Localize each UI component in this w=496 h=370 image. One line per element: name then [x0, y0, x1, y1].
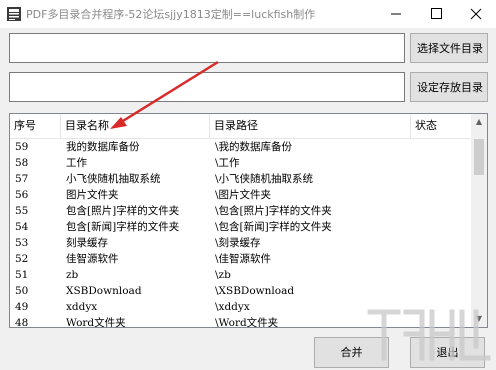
- vertical-scrollbar[interactable]: ▲ ▼: [471, 114, 487, 327]
- row-no: 55: [15, 205, 29, 217]
- row-name: 图片文件夹: [66, 189, 119, 201]
- table-row[interactable]: 50 XSBDownload \XSBDownload: [10, 283, 470, 299]
- row-name: 包含[新闻]字样的文件夹: [66, 221, 180, 233]
- table-row[interactable]: 52 佳智源软件 \佳智源软件: [10, 251, 470, 267]
- merge-button[interactable]: 合并: [314, 337, 389, 368]
- row-name: zb: [66, 269, 79, 281]
- table-row[interactable]: 59 我的数据库备份 \我的数据库备份: [10, 139, 470, 155]
- row-no: 50: [15, 285, 29, 297]
- row-no: 52: [15, 253, 29, 265]
- window-title: PDF多目录合并程序-52论坛sjjy1813定制==luckfish制作: [26, 8, 316, 21]
- table-row[interactable]: 57 小飞侠随机抽取系统 \小飞侠随机抽取系统: [10, 171, 470, 187]
- column-header-status[interactable]: 状态: [411, 114, 470, 138]
- table-row[interactable]: 48 Word文件夹 \Word文件夹: [10, 315, 470, 328]
- scroll-thumb[interactable]: [474, 139, 484, 175]
- row-path: \图片文件夹: [215, 189, 272, 201]
- column-header-name[interactable]: 目录名称: [61, 114, 210, 138]
- minimize-icon[interactable]: [376, 0, 416, 28]
- row-no: 49: [15, 301, 29, 313]
- directory-list[interactable]: 序号 目录名称 目录路径 状态 59 我的数据库备份 \我的数据库备份 58 工作 \工…: [9, 113, 488, 328]
- row-name: 小飞侠随机抽取系统: [66, 173, 161, 185]
- row-name: 包含[照片]字样的文件夹: [66, 205, 180, 217]
- table-row[interactable]: 58 工作 \工作: [10, 155, 470, 171]
- row-path: \zb: [215, 269, 231, 281]
- save-dir-input[interactable]: [9, 72, 405, 102]
- scroll-up-icon[interactable]: ▲: [471, 114, 487, 130]
- table-row[interactable]: 53 刻录缓存 \刻录缓存: [10, 235, 470, 251]
- row-name: 佳智源软件: [66, 253, 119, 265]
- row-name: 工作: [66, 157, 87, 169]
- row-path: \刻录缓存: [215, 237, 261, 249]
- row-no: 48: [15, 317, 29, 328]
- table-row[interactable]: 51 zb \zb: [10, 267, 470, 283]
- column-header-no[interactable]: 序号: [10, 114, 61, 138]
- row-name: XSBDownload: [66, 285, 142, 297]
- row-no: 58: [15, 157, 29, 169]
- row-path: \xddyx: [215, 301, 250, 313]
- row-no: 56: [15, 189, 29, 201]
- row-name: 我的数据库备份: [66, 141, 140, 153]
- row-name: xddyx: [66, 301, 98, 313]
- exit-button[interactable]: 退出: [410, 337, 485, 368]
- set-save-dir-button[interactable]: 设定存放目录: [410, 72, 488, 102]
- row-path: \Word文件夹: [215, 317, 279, 328]
- scroll-down-icon[interactable]: ▼: [471, 311, 487, 327]
- table-row[interactable]: 54 包含[新闻]字样的文件夹 \包含[新闻]字样的文件夹: [10, 219, 470, 235]
- row-no: 59: [15, 141, 29, 153]
- row-path: \包含[新闻]字样的文件夹: [215, 221, 332, 233]
- row-no: 54: [15, 221, 29, 233]
- close-icon[interactable]: [456, 0, 496, 28]
- row-no: 57: [15, 173, 29, 185]
- row-no: 51: [15, 269, 29, 281]
- row-name: 刻录缓存: [66, 237, 108, 249]
- maximize-icon[interactable]: [416, 0, 456, 28]
- table-row[interactable]: 49 xddyx \xddyx: [10, 299, 470, 315]
- title-bar: PDF多目录合并程序-52论坛sjjy1813定制==luckfish制作: [0, 0, 496, 28]
- table-row[interactable]: 55 包含[照片]字样的文件夹 \包含[照片]字样的文件夹: [10, 203, 470, 219]
- row-path: \佳智源软件: [215, 253, 272, 265]
- row-path: \包含[照片]字样的文件夹: [215, 205, 332, 217]
- row-path: \工作: [215, 157, 240, 169]
- source-dir-input[interactable]: [9, 33, 405, 63]
- select-dir-button[interactable]: 选择文件目录: [410, 33, 488, 63]
- row-path: \XSBDownload: [215, 285, 295, 297]
- column-header-path[interactable]: 目录路径: [210, 114, 411, 138]
- row-path: \小飞侠随机抽取系统: [215, 173, 314, 185]
- row-path: \我的数据库备份: [215, 141, 293, 153]
- row-name: Word文件夹: [66, 317, 126, 328]
- app-icon: [7, 7, 21, 21]
- table-row[interactable]: 56 图片文件夹 \图片文件夹: [10, 187, 470, 203]
- list-header: 序号 目录名称 目录路径 状态: [10, 114, 470, 139]
- row-no: 53: [15, 237, 29, 249]
